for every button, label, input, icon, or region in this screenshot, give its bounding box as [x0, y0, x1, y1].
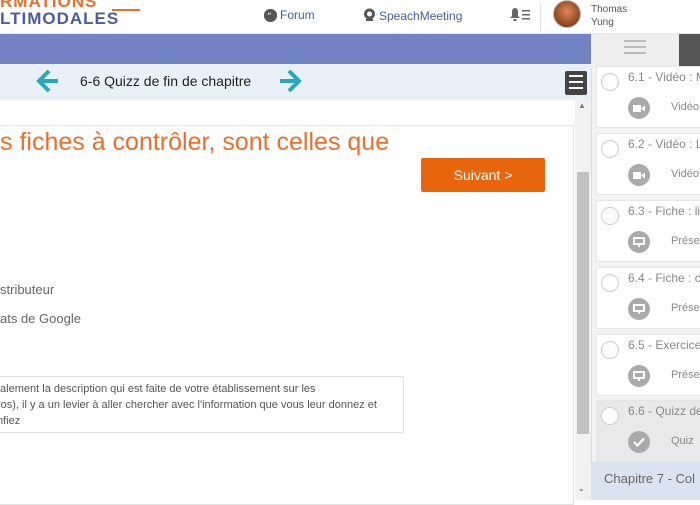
answer-explanation: talement la description qui est faite de…: [0, 376, 404, 433]
progress-circle-icon: [601, 341, 619, 359]
header-divider: [540, 3, 541, 31]
course-banner: [0, 34, 591, 64]
sidebar-item-title: 6.1 - Vidéo : M: [628, 70, 700, 84]
sidebar-item-6-3[interactable]: 6.3 - Fiche : li Présen: [596, 200, 700, 262]
user-last-name: Yung: [591, 17, 614, 28]
forum-label: Forum: [280, 8, 315, 22]
sidebar-item-title: 6.5 - Exercice: [628, 338, 700, 352]
scroll-up-icon[interactable]: ▲: [578, 101, 586, 110]
lesson-title: 6-6 Quizz de fin de chapitre: [80, 73, 252, 89]
progress-circle-icon: [601, 207, 619, 225]
sidebar-chapter-7[interactable]: Chapitre 7 - Col: [591, 462, 700, 500]
sidebar-item-title: 6.3 - Fiche : li: [628, 204, 700, 218]
sidebar-item-6-5[interactable]: 6.5 - Exercice Présen: [596, 334, 700, 396]
sidebar-item-6-2[interactable]: 6.2 - Vidéo : L Vidéo: [596, 133, 700, 195]
user-name[interactable]: Thomas Yung: [591, 3, 627, 29]
presentation-icon: [628, 365, 650, 387]
forum-icon: “: [264, 8, 277, 22]
logo-underline: [112, 9, 140, 11]
sidebar-item-type: Présen: [671, 369, 700, 381]
explanation-line: ros), il y a un levier à aller chercher …: [0, 399, 377, 411]
sidebar-item-type: Quiz: [671, 435, 694, 447]
progress-circle-icon: [601, 73, 619, 91]
presentation-icon: [628, 298, 650, 320]
progress-circle-icon: [601, 274, 619, 292]
explanation-line: talement la description qui est faite de…: [0, 383, 316, 395]
logo-line-2: LTIMODALES: [0, 9, 120, 28]
presentation-icon: [628, 231, 650, 253]
progress-circle-icon: [601, 140, 619, 158]
scrollbar-thumb[interactable]: [577, 172, 589, 434]
sidebar-item-type: Présen: [671, 302, 700, 314]
webcam-icon: [363, 8, 376, 24]
sidebar-item-6-6[interactable]: 6.6 - Quizz de Quiz: [596, 400, 700, 462]
scroll-down-icon[interactable]: ⌄: [578, 484, 585, 493]
list-icon[interactable]: [624, 40, 646, 58]
sidebar-item-6-4[interactable]: 6.4 - Fiche : c Présen: [596, 267, 700, 329]
progress-circle-icon: [601, 407, 619, 425]
sidebar-item-title: 6.6 - Quizz de: [628, 404, 700, 418]
next-button[interactable]: Suivant >: [421, 158, 545, 192]
sidebar-item-6-1[interactable]: 6.1 - Vidéo : M Vidéo: [596, 66, 700, 128]
user-first-name: Thomas: [591, 4, 628, 15]
check-icon: [628, 431, 650, 453]
video-icon: [628, 164, 650, 186]
site-logo[interactable]: RMATIONS LTIMODALES: [0, 0, 119, 27]
notifications-icon[interactable]: [509, 7, 531, 24]
video-icon: [628, 97, 650, 119]
sidebar-item-type: Vidéo: [671, 168, 699, 180]
sidebar-item-title: 6.4 - Fiche : c: [628, 271, 700, 285]
forum-link[interactable]: “ Forum: [264, 8, 315, 22]
explanation-line: nfiez: [0, 415, 21, 427]
sidebar-item-type: Vidéo: [671, 101, 699, 113]
sidebar-tab-other[interactable]: [679, 34, 700, 68]
answer-option[interactable]: ats de Google: [0, 311, 81, 326]
answer-option[interactable]: stributeur: [0, 282, 54, 297]
sidebar-item-title: 6.2 - Vidéo : L: [628, 137, 700, 151]
speachmeeting-link[interactable]: SpeachMeeting: [363, 8, 462, 24]
speachmeeting-label: SpeachMeeting: [379, 9, 463, 23]
menu-icon[interactable]: [565, 71, 587, 95]
avatar[interactable]: [553, 0, 581, 28]
quiz-question: s fiches à contrôler, sont celles que: [0, 128, 390, 156]
next-lesson-arrow-icon[interactable]: [276, 64, 302, 106]
svg-text:“: “: [267, 12, 272, 22]
previous-lesson-arrow-icon[interactable]: [36, 64, 62, 106]
sidebar-item-type: Présen: [671, 235, 700, 247]
